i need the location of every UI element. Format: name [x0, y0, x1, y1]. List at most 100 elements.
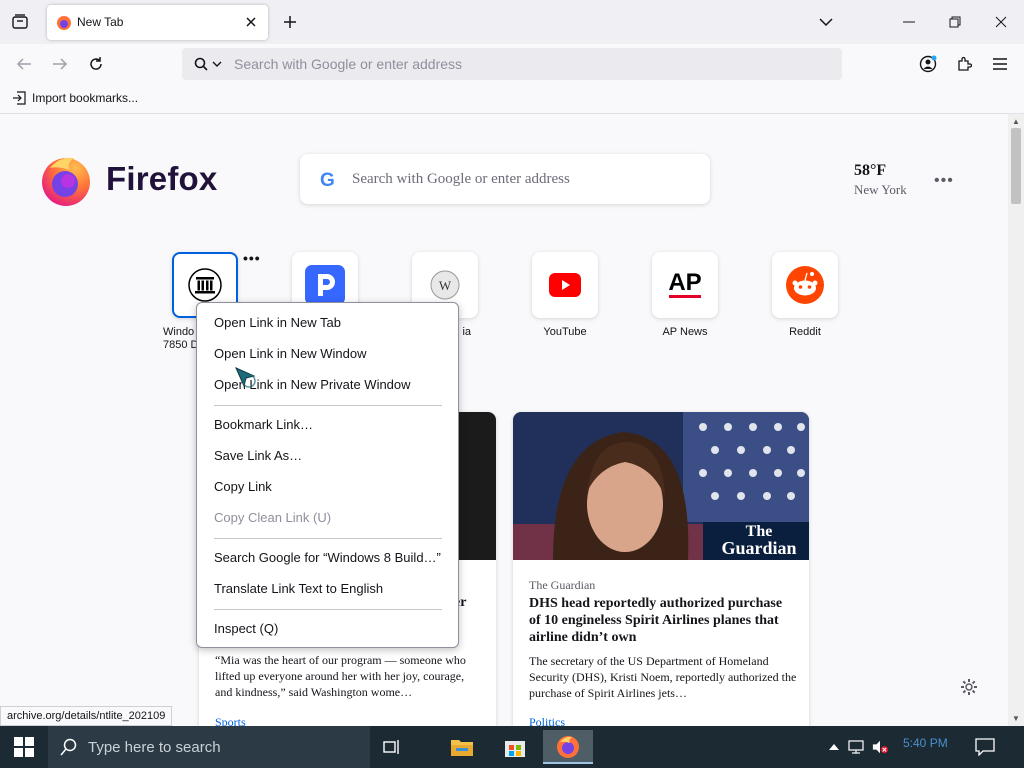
- minimize-icon: [903, 21, 915, 23]
- import-icon: [13, 91, 26, 105]
- notification-center-icon[interactable]: [975, 738, 995, 756]
- account-button[interactable]: [916, 52, 940, 76]
- story-card-excerpt: The secretary of the US Department of Ho…: [529, 654, 797, 700]
- navigation-toolbar: Search with Google or enter address: [0, 44, 1024, 84]
- firefox-icon: [557, 736, 579, 758]
- page-scrollbar[interactable]: ▲ ▼: [1008, 114, 1024, 726]
- show-hidden-icons-button[interactable]: [826, 739, 842, 755]
- restore-button[interactable]: [940, 8, 970, 36]
- hamburger-menu-icon: [993, 58, 1007, 70]
- microsoft-store-taskbar-button[interactable]: [500, 732, 530, 762]
- svg-text:W: W: [439, 278, 452, 293]
- close-window-button[interactable]: [986, 8, 1016, 36]
- shortcut-tile-reddit[interactable]: Reddit: [765, 252, 845, 339]
- newtab-search-box[interactable]: G Search with Google or enter address: [300, 154, 710, 204]
- menu-item-bookmark-link[interactable]: Bookmark Link…: [197, 412, 458, 438]
- plus-icon: [284, 16, 296, 28]
- app-menu-button[interactable]: [988, 52, 1012, 76]
- chevron-down-icon: [212, 61, 222, 67]
- scroll-up-arrow-icon[interactable]: ▲: [1012, 117, 1020, 126]
- menu-item-inspect[interactable]: Inspect (Q): [197, 616, 458, 642]
- archive-icon: [188, 268, 222, 302]
- link-status-bar: archive.org/details/ntlite_202109: [0, 706, 173, 726]
- firefox-favicon-icon: [57, 16, 71, 30]
- menu-separator: [214, 609, 442, 610]
- svg-text:AP: AP: [668, 269, 701, 296]
- shortcut-tile-label: YouTube: [543, 326, 587, 338]
- firefox-taskbar-button[interactable]: [543, 730, 593, 764]
- story-card[interactable]: The Guardian The Guardian DHS head repor…: [513, 412, 809, 726]
- close-icon: [246, 17, 256, 27]
- windows-taskbar: Type here to search 5:40 PM: [0, 726, 1024, 768]
- tab-new-tab[interactable]: New Tab: [47, 5, 268, 40]
- arrow-left-icon: [16, 58, 31, 70]
- scrollbar-thumb[interactable]: [1011, 128, 1021, 204]
- taskbar-search-box[interactable]: Type here to search: [48, 726, 370, 768]
- reddit-icon: [786, 266, 824, 304]
- forward-button[interactable]: [48, 52, 72, 76]
- puzzle-icon: [958, 56, 972, 71]
- new-tab-button[interactable]: [280, 12, 300, 32]
- wikipedia-icon: W: [430, 270, 460, 300]
- weather-menu-button[interactable]: •••: [934, 172, 954, 192]
- search-mode-switcher[interactable]: [186, 52, 230, 76]
- volume-tray-button[interactable]: [872, 739, 888, 755]
- shortcut-tile-youtube[interactable]: YouTube: [525, 252, 605, 339]
- link-context-menu: Open Link in New Tab Open Link in New Wi…: [196, 302, 459, 648]
- story-card-category[interactable]: Politics: [529, 715, 565, 726]
- address-bar[interactable]: Search with Google or enter address: [182, 48, 842, 80]
- task-view-button[interactable]: [377, 732, 407, 762]
- network-icon: [848, 740, 864, 754]
- menu-item-open-link-new-tab[interactable]: Open Link in New Tab: [197, 310, 458, 336]
- shortcut-tile-ap-news[interactable]: AP AP News: [645, 252, 725, 339]
- network-tray-button[interactable]: [848, 739, 864, 755]
- import-bookmarks-button[interactable]: Import bookmarks...: [12, 91, 138, 105]
- menu-item-copy-clean-link: Copy Clean Link (U): [214, 510, 332, 525]
- minimize-button[interactable]: [894, 8, 924, 36]
- shortcut-tile-label: Windo: [163, 326, 195, 338]
- list-all-tabs-button[interactable]: [816, 12, 836, 32]
- menu-item-copy-link[interactable]: Copy Link: [197, 474, 458, 500]
- shortcut-tile-label: Reddit: [789, 326, 821, 338]
- menu-item-translate-link-text[interactable]: Translate Link Text to English: [197, 576, 458, 602]
- restore-icon: [949, 16, 961, 28]
- taskbar-clock[interactable]: 5:40 PM: [903, 736, 948, 750]
- weather-location: New York: [854, 182, 907, 197]
- windows-logo-icon: [14, 737, 34, 757]
- start-button[interactable]: [0, 726, 48, 768]
- extensions-button[interactable]: [952, 52, 976, 76]
- weather-widget[interactable]: 58°F New York: [854, 162, 907, 198]
- close-tab-button[interactable]: [243, 14, 259, 30]
- youtube-icon: [549, 273, 581, 297]
- tab-title: New Tab: [77, 15, 124, 29]
- firefox-view-icon: [12, 14, 28, 29]
- weather-temperature: 58°F: [854, 162, 887, 179]
- shortcut-tile-menu-button[interactable]: •••: [243, 250, 261, 266]
- gear-icon[interactable]: [960, 678, 978, 696]
- menu-item-save-link-as[interactable]: Save Link As…: [197, 443, 458, 469]
- address-input[interactable]: Search with Google or enter address: [234, 56, 462, 72]
- firefox-logo-icon: [42, 157, 90, 206]
- reload-button[interactable]: [84, 52, 108, 76]
- taskbar-search-placeholder: Type here to search: [88, 739, 221, 756]
- file-explorer-taskbar-button[interactable]: [447, 732, 477, 762]
- chevron-down-icon: [819, 18, 833, 26]
- story-card-image-logo-line2: Guardian: [721, 538, 797, 558]
- folder-icon: [451, 740, 473, 756]
- google-icon: G: [320, 170, 335, 191]
- menu-item-open-link-new-window[interactable]: Open Link in New Window: [197, 341, 458, 367]
- story-card-source: The Guardian: [529, 578, 596, 592]
- shortcut-tile-label: AP News: [662, 326, 708, 338]
- back-button[interactable]: [12, 52, 36, 76]
- menu-item-search-google[interactable]: Search Google for “Windows 8 Build…”: [197, 545, 458, 571]
- shortcut-tile-label-line2: 7850 D: [163, 339, 199, 351]
- firefox-view-button[interactable]: [8, 10, 32, 34]
- story-card-image-logo: The Guardian: [711, 524, 807, 558]
- menu-separator: [214, 405, 442, 406]
- new-tab-page: Firefox G Search with Google or enter ad…: [0, 114, 1008, 726]
- scroll-down-arrow-icon[interactable]: ▼: [1012, 714, 1020, 723]
- store-icon: [505, 741, 525, 757]
- pandora-icon: [305, 265, 345, 305]
- close-icon: [995, 16, 1007, 28]
- story-card-category[interactable]: Sports: [215, 715, 246, 726]
